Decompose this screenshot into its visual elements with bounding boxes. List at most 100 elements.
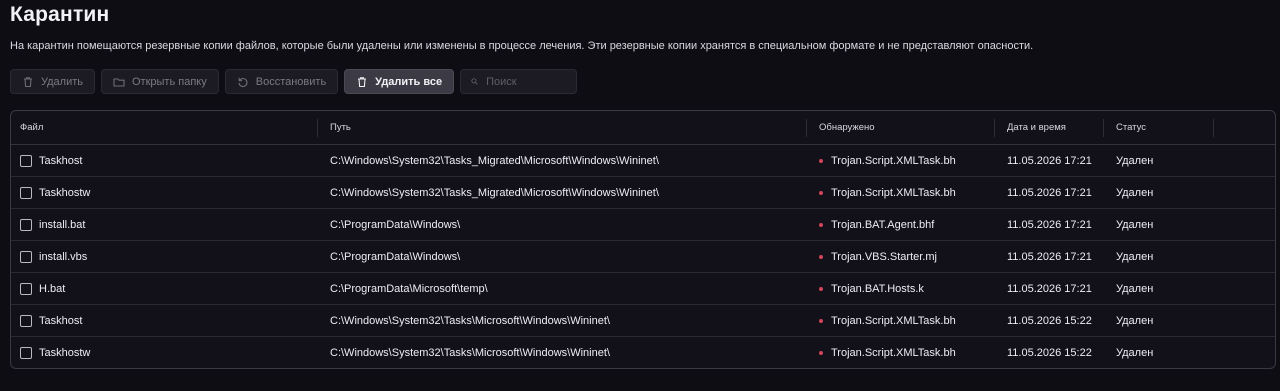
threat-dot-icon <box>819 158 823 163</box>
row-spacer <box>1214 145 1275 176</box>
table-row[interactable]: install.bat C:\ProgramData\Windows\ Troj… <box>11 209 1275 241</box>
table-row[interactable]: Taskhostw C:\Windows\System32\Tasks_Migr… <box>11 177 1275 209</box>
row-checkbox[interactable] <box>20 314 32 327</box>
file-name: Taskhostw <box>39 347 91 359</box>
column-header-path[interactable]: Путь <box>318 111 807 144</box>
delete-all-button-label: Удалить все <box>375 75 443 88</box>
threat-dot-icon <box>819 190 823 195</box>
column-header-datetime-label: Дата и время <box>1007 122 1066 133</box>
column-header-status[interactable]: Статус <box>1104 111 1214 144</box>
open-folder-button-label: Открыть папку <box>132 75 207 88</box>
threat-dot-icon <box>819 351 823 355</box>
path-cell: C:\ProgramData\Microsoft\temp\ <box>330 282 488 295</box>
column-header-file[interactable]: Файл <box>11 111 318 144</box>
file-cell: Taskhost <box>11 305 318 336</box>
status-cell: Удален <box>1116 218 1154 231</box>
file-cell: Taskhostw <box>11 337 318 368</box>
row-spacer <box>1214 337 1275 368</box>
detected-name: Trojan.Script.XMLTask.bh <box>831 347 956 359</box>
file-cell: install.bat <box>11 209 318 240</box>
datetime-cell: 11.05.2026 17:21 <box>1007 186 1092 199</box>
table-row[interactable]: Taskhost C:\Windows\System32\Tasks\Micro… <box>11 305 1275 337</box>
detected-cell: Trojan.BAT.Agent.bhf <box>807 209 995 240</box>
quarantine-page: Карантин На карантин помещаются резервны… <box>0 0 1280 391</box>
row-spacer <box>1214 241 1275 272</box>
datetime-cell: 11.05.2026 17:21 <box>1007 250 1092 263</box>
column-header-datetime[interactable]: Дата и время <box>995 111 1104 144</box>
row-spacer <box>1214 273 1275 304</box>
delete-all-button[interactable]: Удалить все <box>344 69 455 94</box>
datetime-cell: 11.05.2026 15:22 <box>1007 314 1092 327</box>
status-cell: Удален <box>1116 154 1154 167</box>
status-cell: Удален <box>1116 347 1154 359</box>
threat-dot-icon <box>819 286 823 291</box>
path-cell: C:\Windows\System32\Tasks_Migrated\Micro… <box>330 186 659 199</box>
table-header: Файл Путь Обнаружено Дата и время Статус <box>11 111 1275 145</box>
row-checkbox[interactable] <box>20 282 32 295</box>
page-title: Карантин <box>10 3 110 26</box>
quarantine-table: Файл Путь Обнаружено Дата и время Статус… <box>10 110 1276 369</box>
threat-dot-icon <box>819 222 823 227</box>
row-spacer <box>1214 209 1275 240</box>
status-cell: Удален <box>1116 186 1154 199</box>
row-checkbox[interactable] <box>20 186 32 199</box>
file-name: install.bat <box>39 218 86 231</box>
toolbar: Удалить Открыть папку Восстановить Удали… <box>10 69 578 94</box>
folder-icon <box>113 77 125 87</box>
detected-name: Trojan.Script.XMLTask.bh <box>831 154 956 167</box>
detected-cell: Trojan.Script.XMLTask.bh <box>807 177 995 208</box>
table-row[interactable]: Taskhost C:\Windows\System32\Tasks_Migra… <box>11 145 1275 177</box>
datetime-cell: 11.05.2026 17:21 <box>1007 282 1092 295</box>
datetime-cell: 11.05.2026 17:21 <box>1007 218 1092 231</box>
detected-cell: Trojan.Script.XMLTask.bh <box>807 305 995 336</box>
file-name: H.bat <box>39 282 66 295</box>
page-description: На карантин помещаются резервные копии ф… <box>10 40 1034 52</box>
trash-icon <box>24 76 32 87</box>
status-cell: Удален <box>1116 314 1154 327</box>
file-name: Taskhost <box>39 154 83 167</box>
detected-cell: Trojan.VBS.Starter.mj <box>807 241 995 272</box>
status-cell: Удален <box>1116 282 1154 295</box>
column-header-status-label: Статус <box>1116 122 1147 133</box>
status-cell: Удален <box>1116 250 1154 263</box>
detected-cell: Trojan.Script.XMLTask.bh <box>807 337 995 368</box>
row-spacer <box>1214 177 1275 208</box>
column-header-detected[interactable]: Обнаружено <box>807 111 995 144</box>
file-cell: H.bat <box>11 273 318 304</box>
detected-name: Trojan.BAT.Agent.bhf <box>831 218 935 231</box>
search-input[interactable] <box>486 75 567 88</box>
trash-icon <box>358 76 367 87</box>
column-header-detected-label: Обнаружено <box>819 122 875 133</box>
table-row[interactable]: H.bat C:\ProgramData\Microsoft\temp\ Tro… <box>11 273 1275 305</box>
file-cell: Taskhostw <box>11 177 318 208</box>
datetime-cell: 11.05.2026 15:22 <box>1007 347 1092 359</box>
detected-name: Trojan.BAT.Hosts.k <box>831 282 924 295</box>
table-row[interactable]: install.vbs C:\ProgramData\Windows\ Troj… <box>11 241 1275 273</box>
file-cell: Taskhost <box>11 145 318 176</box>
row-checkbox[interactable] <box>20 347 32 359</box>
path-cell: C:\Windows\System32\Tasks_Migrated\Micro… <box>330 154 659 167</box>
detected-cell: Trojan.Script.XMLTask.bh <box>807 145 995 176</box>
file-cell: install.vbs <box>11 241 318 272</box>
search-icon <box>471 78 478 85</box>
row-checkbox[interactable] <box>20 218 32 231</box>
delete-button[interactable]: Удалить <box>10 69 95 94</box>
path-cell: C:\ProgramData\Windows\ <box>330 218 461 231</box>
restore-icon <box>238 77 248 87</box>
column-header-path-label: Путь <box>330 122 351 133</box>
path-cell: C:\ProgramData\Windows\ <box>330 250 461 263</box>
file-name: install.vbs <box>39 250 88 263</box>
path-cell: C:\Windows\System32\Tasks\Microsoft\Wind… <box>330 347 610 359</box>
search-box[interactable] <box>460 69 578 94</box>
row-spacer <box>1214 305 1275 336</box>
delete-button-label: Удалить <box>41 75 83 88</box>
column-header-spacer <box>1214 111 1275 144</box>
row-checkbox[interactable] <box>20 154 32 167</box>
row-checkbox[interactable] <box>20 250 32 263</box>
detected-name: Trojan.Script.XMLTask.bh <box>831 314 956 327</box>
open-folder-button[interactable]: Открыть папку <box>101 69 219 94</box>
table-row[interactable]: Taskhostw C:\Windows\System32\Tasks\Micr… <box>11 337 1275 368</box>
threat-dot-icon <box>819 254 823 259</box>
threat-dot-icon <box>819 318 823 323</box>
restore-button[interactable]: Восстановить <box>224 69 339 94</box>
